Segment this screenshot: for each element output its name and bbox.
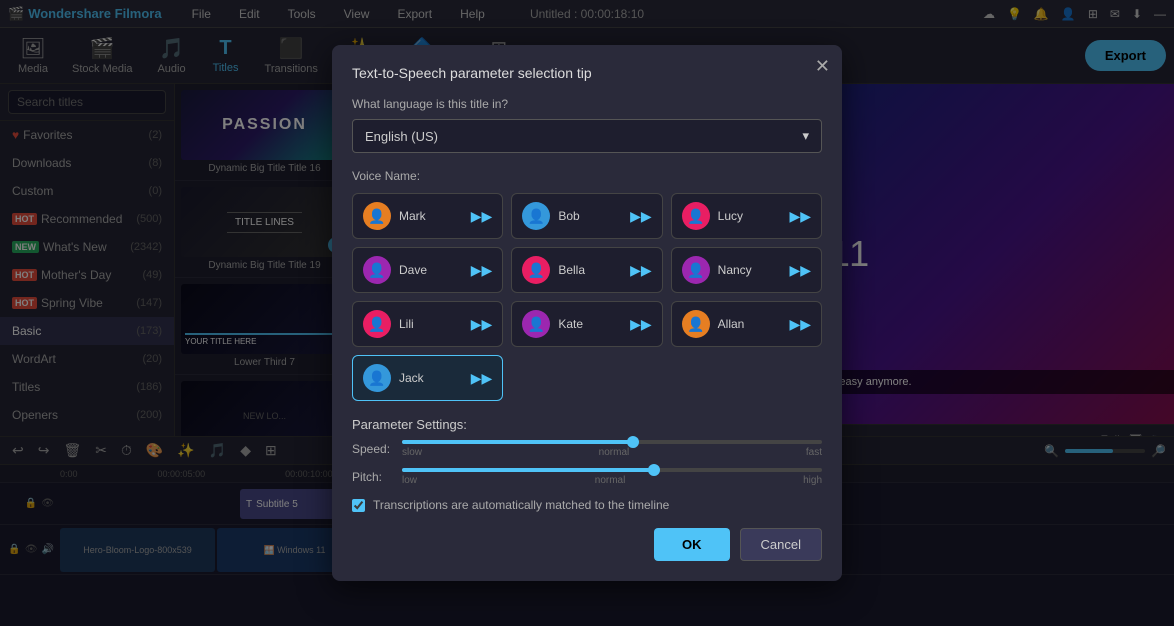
voice-mark[interactable]: 👤 Mark ▶▶: [352, 193, 503, 239]
dialog-close-button[interactable]: ✕: [815, 57, 830, 75]
pitch-labels: low normal high: [402, 475, 822, 486]
voice-jack-avatar: 👤: [363, 364, 391, 392]
voice-allan[interactable]: 👤 Allan ▶▶: [671, 301, 822, 347]
voice-lili-name: Lili: [399, 317, 463, 331]
ok-button[interactable]: OK: [654, 528, 730, 561]
speed-thumb[interactable]: [627, 436, 639, 448]
voice-nancy[interactable]: 👤 Nancy ▶▶: [671, 247, 822, 293]
voice-nancy-name: Nancy: [718, 263, 782, 277]
param-settings-label: Parameter Settings:: [352, 417, 822, 432]
voice-mark-wave[interactable]: ▶▶: [471, 208, 493, 225]
transcription-checkbox[interactable]: [352, 499, 365, 512]
voice-bob-avatar: 👤: [522, 202, 550, 230]
voice-lili[interactable]: 👤 Lili ▶▶: [352, 301, 503, 347]
pitch-fill: [402, 468, 654, 472]
speed-slow-label: slow: [402, 447, 422, 458]
transcription-checkbox-row: Transcriptions are automatically matched…: [352, 498, 822, 512]
voice-jack-name: Jack: [399, 371, 463, 385]
voice-dave-avatar: 👤: [363, 256, 391, 284]
voice-mark-avatar: 👤: [363, 202, 391, 230]
voice-mark-name: Mark: [399, 209, 463, 223]
language-dropdown[interactable]: English (US) ▾: [352, 119, 822, 153]
voice-dave-wave[interactable]: ▶▶: [471, 262, 493, 279]
language-value: English (US): [365, 129, 438, 144]
chevron-down-icon: ▾: [802, 128, 809, 144]
voice-jack-wave[interactable]: ▶▶: [471, 370, 493, 387]
voice-lucy-name: Lucy: [718, 209, 782, 223]
voice-dave-name: Dave: [399, 263, 463, 277]
pitch-normal-label: normal: [595, 475, 626, 486]
dialog-overlay: Text-to-Speech parameter selection tip ✕…: [0, 0, 1174, 626]
voice-lucy[interactable]: 👤 Lucy ▶▶: [671, 193, 822, 239]
pitch-row: Pitch: low normal high: [352, 468, 822, 486]
voice-jack[interactable]: 👤 Jack ▶▶: [352, 355, 503, 401]
dialog-buttons: OK Cancel: [352, 528, 822, 561]
speed-labels: slow normal fast: [402, 447, 822, 458]
voice-bob-wave[interactable]: ▶▶: [630, 208, 652, 225]
tts-dialog: Text-to-Speech parameter selection tip ✕…: [332, 45, 842, 581]
speed-track: [402, 440, 822, 444]
cancel-button[interactable]: Cancel: [740, 528, 822, 561]
pitch-high-label: high: [803, 475, 822, 486]
voice-bella-wave[interactable]: ▶▶: [630, 262, 652, 279]
dialog-title: Text-to-Speech parameter selection tip: [352, 65, 822, 81]
voice-kate-wave[interactable]: ▶▶: [630, 316, 652, 333]
transcription-label: Transcriptions are automatically matched…: [373, 498, 669, 512]
speed-row: Speed: slow normal fast: [352, 440, 822, 458]
voice-lucy-wave[interactable]: ▶▶: [789, 208, 811, 225]
pitch-slider-container[interactable]: low normal high: [402, 468, 822, 486]
voice-lucy-avatar: 👤: [682, 202, 710, 230]
voice-kate-name: Kate: [558, 317, 622, 331]
voice-bob[interactable]: 👤 Bob ▶▶: [511, 193, 662, 239]
voice-grid: 👤 Mark ▶▶ 👤 Bob ▶▶ 👤 Lucy ▶▶ 👤 Dave ▶▶ 👤: [352, 193, 822, 401]
language-label: What language is this title in?: [352, 97, 822, 111]
voice-lili-wave[interactable]: ▶▶: [471, 316, 493, 333]
voice-allan-wave[interactable]: ▶▶: [789, 316, 811, 333]
voice-lili-avatar: 👤: [363, 310, 391, 338]
pitch-track: [402, 468, 822, 472]
speed-fill: [402, 440, 633, 444]
pitch-low-label: low: [402, 475, 417, 486]
voice-bella-name: Bella: [558, 263, 622, 277]
pitch-label: Pitch:: [352, 470, 392, 484]
voice-name-label: Voice Name:: [352, 169, 822, 183]
param-settings: Parameter Settings: Speed: slow normal f…: [352, 417, 822, 486]
voice-bella[interactable]: 👤 Bella ▶▶: [511, 247, 662, 293]
pitch-thumb[interactable]: [648, 464, 660, 476]
voice-allan-name: Allan: [718, 317, 782, 331]
voice-dave[interactable]: 👤 Dave ▶▶: [352, 247, 503, 293]
speed-normal-label: normal: [599, 447, 630, 458]
voice-bob-name: Bob: [558, 209, 622, 223]
voice-bella-avatar: 👤: [522, 256, 550, 284]
voice-allan-avatar: 👤: [682, 310, 710, 338]
speed-fast-label: fast: [806, 447, 822, 458]
voice-nancy-wave[interactable]: ▶▶: [789, 262, 811, 279]
voice-kate[interactable]: 👤 Kate ▶▶: [511, 301, 662, 347]
speed-label: Speed:: [352, 442, 392, 456]
speed-slider-container[interactable]: slow normal fast: [402, 440, 822, 458]
voice-kate-avatar: 👤: [522, 310, 550, 338]
voice-nancy-avatar: 👤: [682, 256, 710, 284]
